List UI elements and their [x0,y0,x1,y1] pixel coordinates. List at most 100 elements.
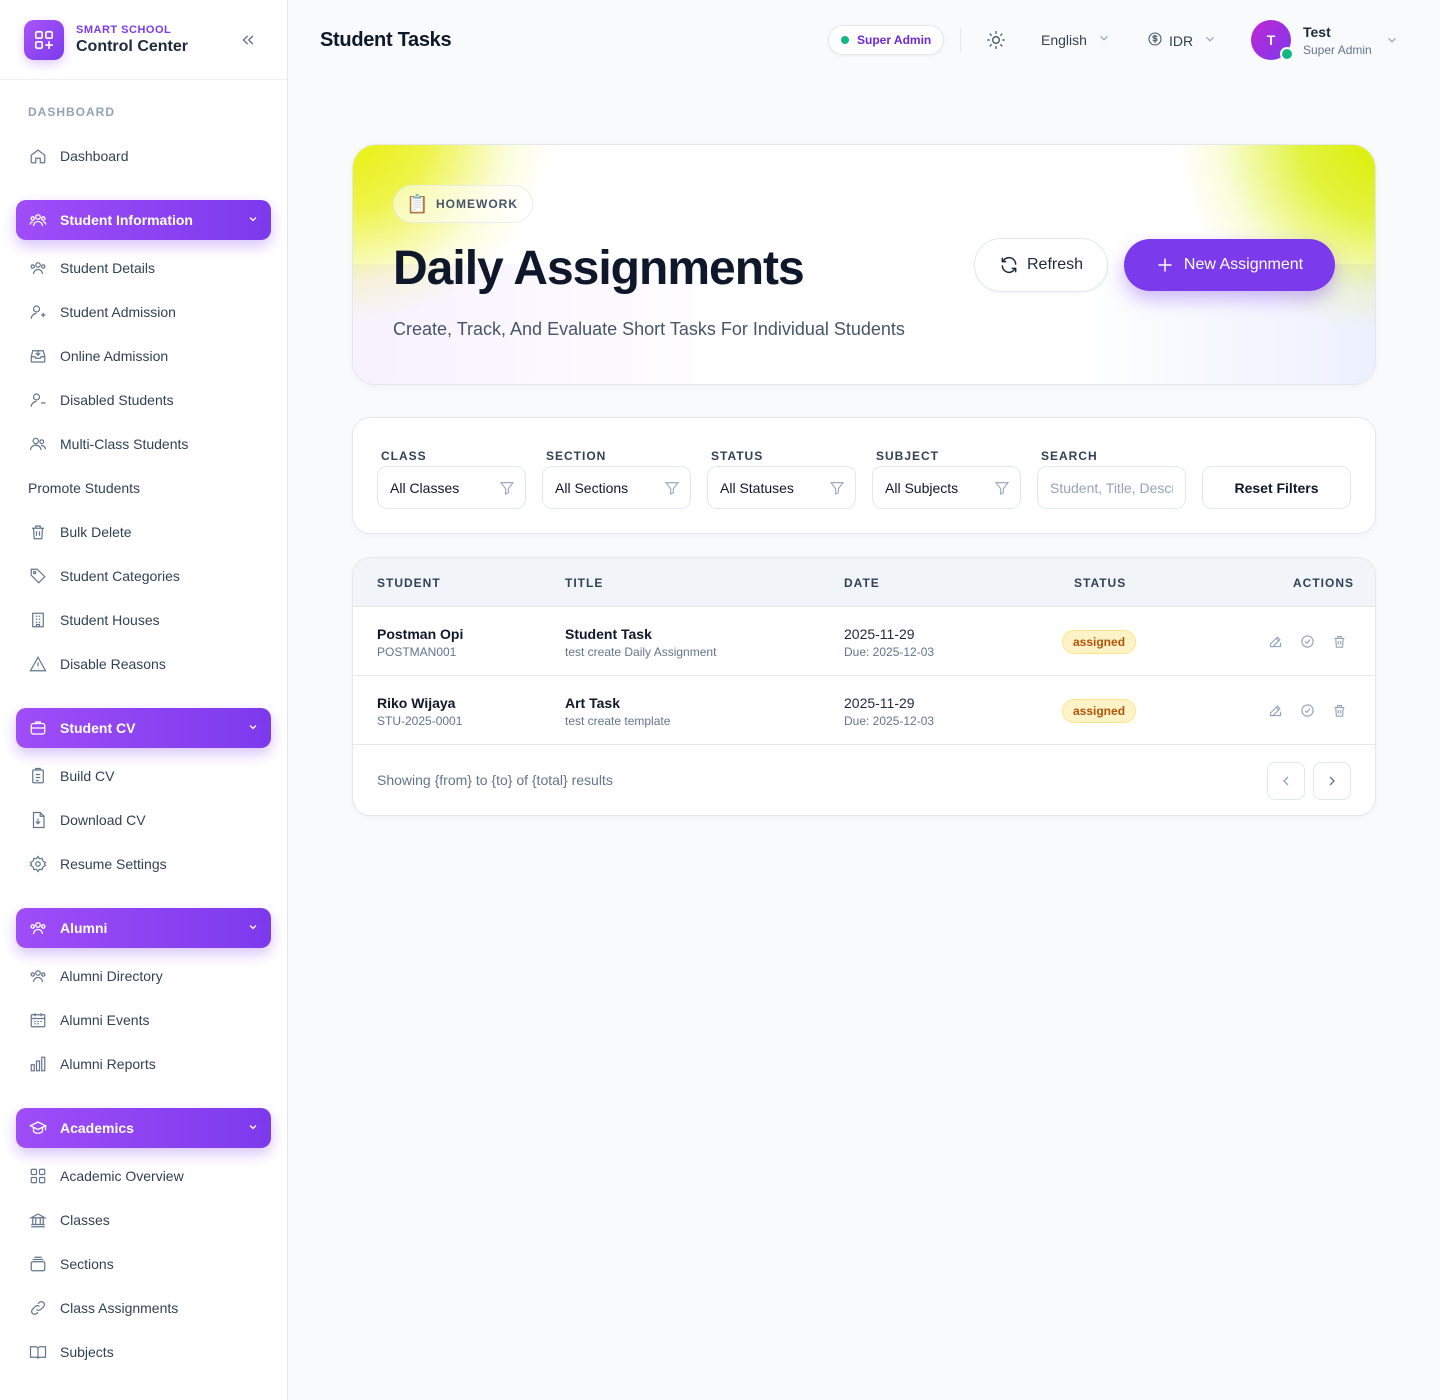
sidebar-item-promote-students[interactable]: Promote Students [16,468,272,508]
sidebar-item-student-admission[interactable]: Student Admission [16,292,272,332]
assignment-description: test create template [565,714,671,728]
topbar: Student Tasks Super Admin English IDR T … [288,0,1440,80]
hero-glow-left [353,145,553,325]
reset-filters-button[interactable]: Reset Filters [1202,466,1351,509]
sidebar-item-label: Student Houses [60,612,160,628]
sidebar-item-label: Disable Reasons [60,656,166,672]
language-selector[interactable]: English [1041,31,1111,48]
column-header-title: TITLE [565,576,604,590]
assignment-description: test create Daily Assignment [565,645,717,659]
sidebar-item-download-cv[interactable]: Download CV [16,800,272,840]
sidebar-group-label: Academics [60,1120,134,1136]
filter-section-label: SECTION [546,449,607,463]
plus-icon [1158,258,1172,272]
collapse-sidebar-icon[interactable] [236,28,260,52]
sidebar-item-label: Disabled Students [60,392,174,408]
sidebar-item-disabled-students[interactable]: Disabled Students [16,380,272,420]
sidebar-item-student-categories[interactable]: Student Categories [16,556,272,596]
sidebar-item-label: Bulk Delete [60,524,132,540]
edit-icon[interactable] [1267,633,1283,649]
nav-section-dashboard: DASHBOARD [28,105,115,119]
check-circle-icon[interactable] [1299,702,1315,718]
filter-class-label: CLASS [381,449,427,463]
sidebar-item-build-cv[interactable]: Build CV [16,756,272,796]
hero-title: Daily Assignments [393,242,805,295]
sidebar-item-disable-reasons[interactable]: Disable Reasons [16,644,272,684]
sidebar-item-dashboard[interactable]: Dashboard [16,136,272,176]
previous-page-button[interactable] [1267,762,1305,800]
sidebar-item-alumni-reports[interactable]: Alumni Reports [16,1044,272,1084]
sidebar-item-label: Subjects [60,1344,114,1360]
sun-icon[interactable] [986,30,1006,50]
class-select-value: All Classes [390,479,460,496]
grid-icon [28,1166,48,1186]
filter-subject-label: SUBJECT [876,449,940,463]
user-menu[interactable]: T Test Super Admin [1251,20,1396,61]
online-indicator [1280,47,1294,61]
bar-chart-icon [28,1054,48,1074]
sidebar-item-classes[interactable]: Classes [16,1200,272,1240]
assignment-title: Student Task [565,626,652,642]
status-badge: assigned [1062,630,1137,654]
table-row[interactable]: Riko Wijaya STU-2025-0001 Art Task test … [353,676,1375,745]
next-page-button[interactable] [1313,762,1351,800]
sidebar-item-label: Sections [60,1256,114,1272]
chevron-down-icon [1097,31,1111,48]
avatar-initial: T [1266,32,1276,48]
currency-selector[interactable]: IDR [1147,31,1217,50]
users-icon [28,210,48,230]
filters-card: CLASS All Classes SECTION All Sections S… [352,417,1376,534]
status-select[interactable]: All Statuses [707,466,856,509]
sidebar-item-class-assignments[interactable]: Class Assignments [16,1288,272,1328]
sidebar-item-label: Multi-Class Students [60,436,189,452]
sidebar-group-academics[interactable]: Academics [16,1108,271,1148]
sidebar-item-label: Classes [60,1212,110,1228]
sidebar-group-student-information[interactable]: Student Information [16,200,271,240]
sidebar-item-bulk-delete[interactable]: Bulk Delete [16,512,272,552]
sidebar-item-student-houses[interactable]: Student Houses [16,600,272,640]
sidebar-group-student-cv[interactable]: Student CV [16,708,271,748]
assignment-due: Due: 2025-12-03 [844,645,935,659]
trash-icon[interactable] [1331,633,1347,649]
check-circle-icon[interactable] [1299,633,1315,649]
edit-icon[interactable] [1267,702,1283,718]
sidebar-item-student-details[interactable]: Student Details [16,248,272,288]
refresh-button[interactable]: Refresh [974,238,1108,292]
institution-icon [28,1210,48,1230]
subject-select[interactable]: All Subjects [872,466,1021,509]
sidebar-item-label: Student Details [60,260,155,276]
clipboard-icon: 📋 [406,193,430,214]
sidebar-item-label: Online Admission [60,348,169,364]
pagination-summary: Showing {from} to {to} of {total} result… [377,772,613,788]
sidebar-item-sections[interactable]: Sections [16,1244,272,1284]
trash-icon[interactable] [1331,702,1347,718]
sidebar-item-multi-class-students[interactable]: Multi-Class Students [16,424,272,464]
sidebar-item-label: Alumni Events [60,1012,150,1028]
hero-tag: 📋 HOMEWORK [393,185,533,223]
sidebar-item-resume-settings[interactable]: Resume Settings [16,844,272,884]
tag-icon [28,566,48,586]
class-select[interactable]: All Classes [377,466,526,509]
column-header-date: DATE [844,576,880,590]
sidebar-item-academic-overview[interactable]: Academic Overview [16,1156,272,1196]
sidebar-item-label: Promote Students [28,480,141,496]
sidebar-item-label: Class Assignments [60,1300,179,1316]
sidebar-group-alumni[interactable]: Alumni [16,908,271,948]
new-assignment-button[interactable]: New Assignment [1124,239,1335,291]
trash-icon [28,522,48,542]
search-input[interactable] [1037,466,1186,509]
user-role: Super Admin [1303,42,1372,57]
sidebar-item-online-admission[interactable]: Online Admission [16,336,272,376]
home-icon [28,146,48,166]
section-select[interactable]: All Sections [542,466,691,509]
sidebar-item-label: Student Admission [60,304,176,320]
sidebar-item-subjects[interactable]: Subjects [16,1332,272,1372]
table-row[interactable]: Postman Opi POSTMAN001 Student Task test… [353,607,1375,676]
sidebar-item-label: Alumni Directory [60,968,163,984]
user-name: Test [1303,23,1331,40]
sidebar-item-alumni-events[interactable]: Alumni Events [16,1000,272,1040]
users-icon [28,918,48,938]
refresh-label: Refresh [1026,256,1084,273]
sidebar-item-alumni-directory[interactable]: Alumni Directory [16,956,272,996]
assignment-date: 2025-11-29 [844,695,915,711]
